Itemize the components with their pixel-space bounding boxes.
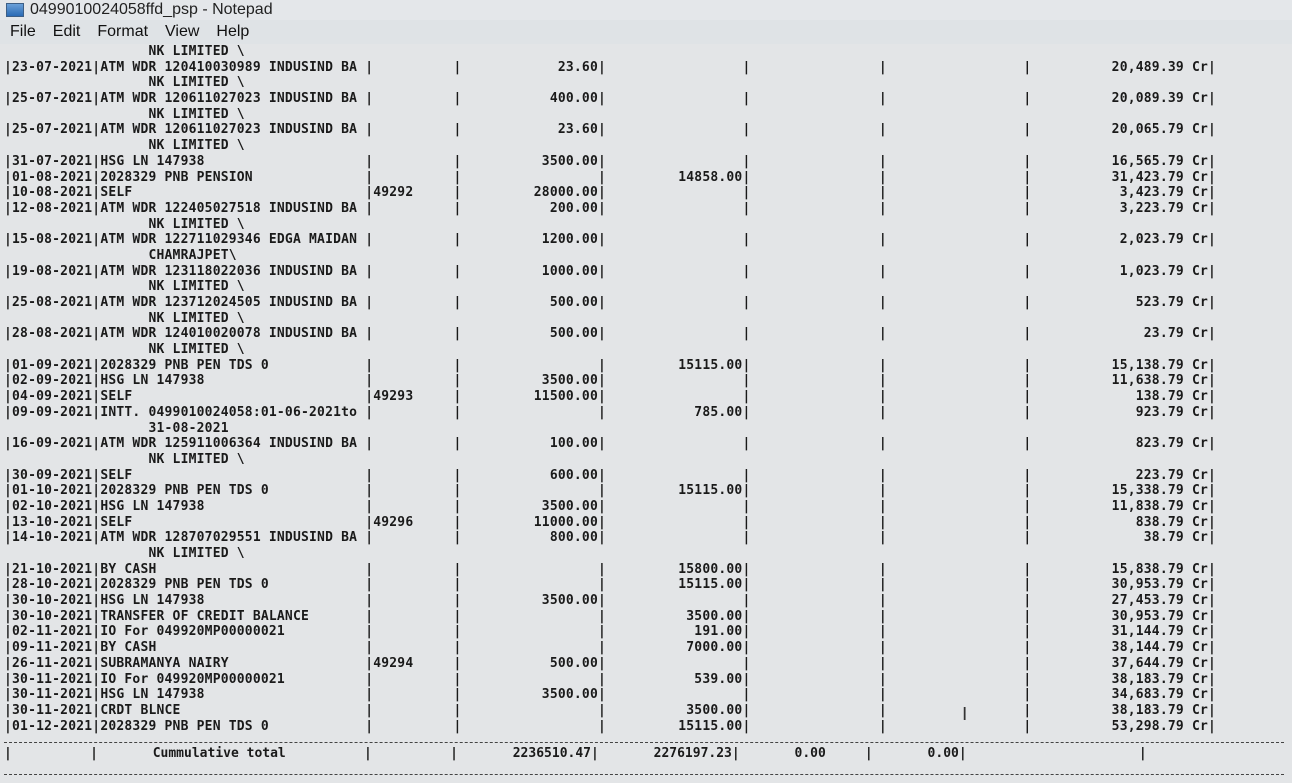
text-line: |23-07-2021|ATM WDR 120410030989 INDUSIN… <box>4 59 1217 75</box>
text-line: |30-11-2021|CRDT BLNCE | | | 3500.00| | … <box>4 702 1217 718</box>
text-line: |25-07-2021|ATM WDR 120611027023 INDUSIN… <box>4 91 1217 107</box>
text-line: |30-11-2021|HSG LN 147938 | | 3500.00| |… <box>4 687 1217 703</box>
text-line: |31-07-2021|HSG LN 147938 | | 3500.00| |… <box>4 153 1217 169</box>
menu-file[interactable]: File <box>10 23 36 41</box>
text-line: |10-08-2021|SELF |49292 | 28000.00| | | … <box>4 185 1217 201</box>
text-line: |30-10-2021|HSG LN 147938 | | 3500.00| |… <box>4 593 1217 609</box>
text-line: NK LIMITED \ <box>4 106 245 122</box>
text-line: |30-11-2021|IO For 049920MP00000021 | | … <box>4 671 1217 687</box>
text-editor-area[interactable]: NK LIMITED \ |23-07-2021|ATM WDR 12041003… <box>0 44 1292 783</box>
text-line: |30-10-2021|TRANSFER OF CREDIT BALANCE |… <box>4 608 1217 624</box>
total-divider-top <box>4 742 1284 743</box>
text-line: |19-08-2021|ATM WDR 123118022036 INDUSIN… <box>4 263 1217 279</box>
title-bar: 0499010024058ffd_psp - Notepad <box>0 0 1292 20</box>
text-line: 31-08-2021 <box>4 420 229 436</box>
text-line: |02-09-2021|HSG LN 147938 | | 3500.00| |… <box>4 373 1217 389</box>
cumulative-total-row: | | Cummulative total | | 2236510.47| 22… <box>4 746 1147 761</box>
text-line: |16-09-2021|ATM WDR 125911006364 INDUSIN… <box>4 436 1217 452</box>
document-text[interactable]: NK LIMITED \ |23-07-2021|ATM WDR 12041003… <box>4 44 1216 734</box>
text-line: NK LIMITED \ <box>4 279 245 295</box>
text-line: NK LIMITED \ <box>4 342 245 358</box>
text-line: |28-08-2021|ATM WDR 124010020078 INDUSIN… <box>4 326 1217 342</box>
notepad-icon <box>6 3 24 17</box>
menu-edit[interactable]: Edit <box>53 23 81 41</box>
text-line: |01-10-2021|2028329 PNB PEN TDS 0 | | | … <box>4 483 1217 499</box>
text-line: |04-09-2021|SELF |49293 | 11500.00| | | … <box>4 389 1217 405</box>
text-line: |25-08-2021|ATM WDR 123712024505 INDUSIN… <box>4 295 1217 310</box>
text-line: |09-09-2021|INTT. 0499010024058:01-06-20… <box>4 404 1217 420</box>
text-line: NK LIMITED \ <box>4 451 245 467</box>
text-line: |15-08-2021|ATM WDR 122711029346 EDGA MA… <box>4 232 1217 248</box>
text-line: NK LIMITED \ <box>4 310 245 326</box>
menu-format[interactable]: Format <box>97 23 148 41</box>
text-line: NK LIMITED \ <box>4 75 245 91</box>
text-cursor-icon: I <box>962 704 968 725</box>
text-line: |14-10-2021|ATM WDR 128707029551 INDUSIN… <box>4 530 1217 546</box>
text-line: NK LIMITED \ <box>4 546 245 561</box>
text-line: |13-10-2021|SELF |49296 | 11000.00| | | … <box>4 514 1217 530</box>
total-divider-bottom <box>4 774 1284 775</box>
text-line: NK LIMITED \ <box>4 216 245 232</box>
text-line: |01-08-2021|2028329 PNB PENSION | | | 14… <box>4 169 1217 185</box>
text-line: |02-10-2021|HSG LN 147938 | | 3500.00| |… <box>4 498 1217 514</box>
text-line: |26-11-2021|SUBRAMANYA NAIRY |49294 | 50… <box>4 655 1217 671</box>
window-title: 0499010024058ffd_psp - Notepad <box>30 1 273 18</box>
text-line: NK LIMITED \ <box>4 44 245 59</box>
text-line: |12-08-2021|ATM WDR 122405027518 INDUSIN… <box>4 200 1217 216</box>
menu-help[interactable]: Help <box>216 23 249 41</box>
text-line: |01-09-2021|2028329 PNB PEN TDS 0 | | | … <box>4 357 1217 373</box>
text-line: |09-11-2021|BY CASH | | | 7000.00| | | 3… <box>4 640 1217 656</box>
menu-bar: File Edit Format View Help <box>0 21 1292 43</box>
text-line: |30-09-2021|SELF | | 600.00| | | | 223.7… <box>4 467 1217 483</box>
text-line: |02-11-2021|IO For 049920MP00000021 | | … <box>4 624 1217 640</box>
text-line: |28-10-2021|2028329 PNB PEN TDS 0 | | | … <box>4 577 1217 593</box>
text-line: NK LIMITED \ <box>4 138 245 154</box>
text-line: CHAMRAJPET\ <box>4 247 237 263</box>
text-line: |25-07-2021|ATM WDR 120611027023 INDUSIN… <box>4 122 1217 138</box>
text-line: |21-10-2021|BY CASH | | | 15800.00| | | … <box>4 561 1217 577</box>
menu-view[interactable]: View <box>165 23 199 41</box>
text-line: |01-12-2021|2028329 PNB PEN TDS 0 | | | … <box>4 718 1217 734</box>
